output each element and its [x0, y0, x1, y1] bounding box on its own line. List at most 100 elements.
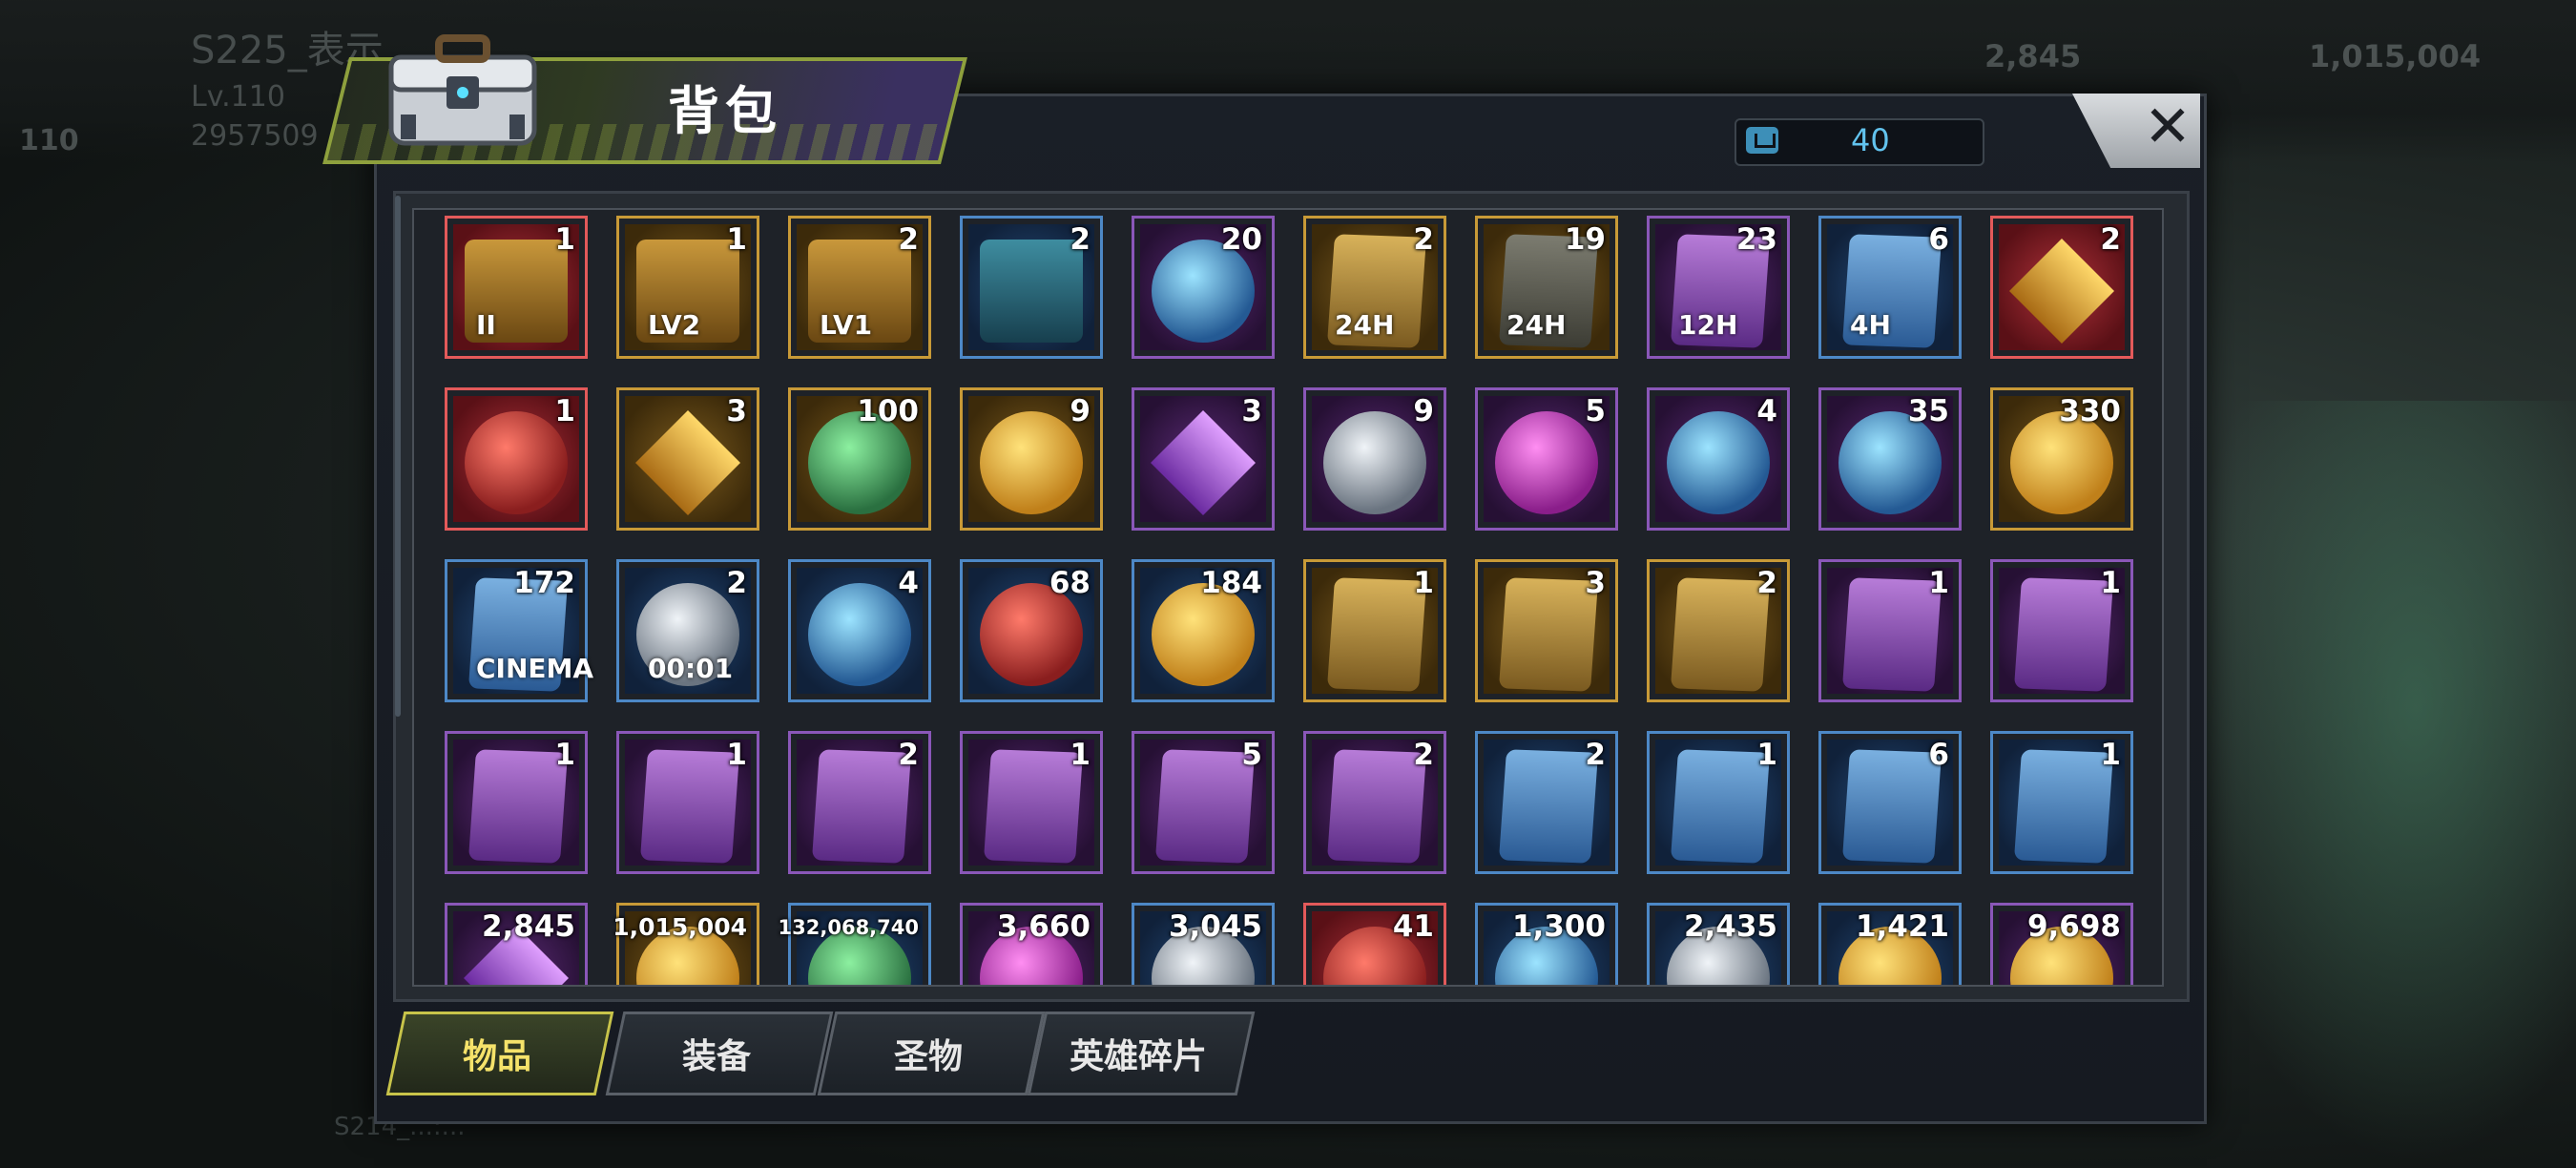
b-cap-icon: [808, 583, 911, 686]
item-label: LV2: [648, 309, 701, 341]
item-slot-pink-cap[interactable]: 5: [1475, 387, 1618, 531]
item-slot-gold-pile[interactable]: 9,698: [1990, 903, 2133, 985]
item-slot-cinema-ticket[interactable]: CINEMA 172: [445, 559, 593, 702]
close-icon[interactable]: ✕: [2139, 94, 2196, 160]
item-slot-red-molecule[interactable]: 41: [1303, 903, 1446, 985]
item-slot-blueprint-hat-purple[interactable]: 1: [445, 731, 588, 874]
item-slot-hammer[interactable]: 1: [445, 387, 588, 531]
item-slot-poker-chip[interactable]: 68: [960, 559, 1103, 702]
item-slot-blueprint-glasses-purple-2[interactable]: 1: [960, 731, 1103, 874]
item-slot-bullet[interactable]: 184: [1132, 559, 1275, 702]
item-slot-purple-gems[interactable]: 2,845: [445, 903, 588, 985]
item-slot-sss-chest-ii[interactable]: II 1: [445, 216, 588, 359]
item-slot-armor-piece[interactable]: 1,300: [1475, 903, 1618, 985]
item-count: 5: [1585, 394, 1606, 428]
blueprint-boots-purple-icon: [2013, 577, 2114, 692]
item-slot-mystery-box[interactable]: 3: [1132, 387, 1275, 531]
item-count: 20: [1220, 222, 1262, 257]
item-slot-purple-chest-lv2[interactable]: LV2 1: [616, 216, 759, 359]
blueprint-glasses-purple-icon: [1841, 577, 1942, 692]
item-count: 19: [1564, 222, 1606, 257]
grid-scrollbar[interactable]: [395, 196, 401, 717]
item-count: 1: [2100, 738, 2121, 772]
item-label: LV1: [820, 309, 873, 341]
item-slot-red-cube[interactable]: 2: [1990, 216, 2133, 359]
item-slot-gold-shard[interactable]: 3: [616, 387, 759, 531]
pink-cap-icon: [1495, 411, 1598, 514]
item-slot-speedup-12h[interactable]: 12H 23: [1647, 216, 1790, 359]
item-label: 24H: [1506, 309, 1567, 341]
item-slot-spade-chip[interactable]: 4: [1647, 387, 1790, 531]
spade-chip-icon: [1667, 411, 1770, 514]
blueprint-hat-gold-icon: [1326, 577, 1427, 692]
item-slot-speedup-4h[interactable]: 4H 6: [1818, 216, 1962, 359]
item-count: 184: [1200, 566, 1262, 600]
item-slot-purple-alarm[interactable]: 3,660: [960, 903, 1103, 985]
blueprint-sword-purple-icon: [1326, 749, 1427, 864]
item-count: 23: [1735, 222, 1777, 257]
item-count: 330: [2059, 394, 2121, 428]
item-slot-green-cash[interactable]: 132,068,740: [779, 903, 931, 985]
item-count: 1: [726, 738, 747, 772]
background-map-glow: [2175, 401, 2576, 1164]
item-slot-purple-chest-lv1[interactable]: LV1 2: [788, 216, 931, 359]
item-slot-s-chest[interactable]: 2: [960, 216, 1103, 359]
item-slot-gold-coins[interactable]: 1,015,004: [613, 903, 759, 985]
item-slot-film-reel[interactable]: 9: [1303, 387, 1446, 531]
item-count: 2: [898, 738, 919, 772]
item-count: 1,015,004: [613, 913, 747, 941]
item-count: 1: [1413, 566, 1434, 600]
item-slot-golden-egg[interactable]: 9: [960, 387, 1103, 531]
item-count: 4: [898, 566, 919, 600]
item-slot-speedup-24h-gold[interactable]: 24H 2: [1303, 216, 1446, 359]
item-slot-swap-token[interactable]: 20: [1132, 216, 1275, 359]
item-count: 1: [554, 738, 575, 772]
blueprint-shirt-purple-2-icon: [1154, 749, 1256, 864]
item-count: 3: [1241, 394, 1262, 428]
item-slot-gear-parts[interactable]: 3,045: [1132, 903, 1275, 985]
item-slot-blueprint-glasses-gold[interactable]: 2: [1647, 559, 1790, 702]
item-slot-blueprint-gun-blue[interactable]: 6: [1818, 731, 1962, 874]
blueprint-hat-blue-icon: [2013, 749, 2114, 864]
item-slot-timer-coin[interactable]: 00:01 2: [616, 559, 759, 702]
item-slot-blueprint-hat-blue[interactable]: 1: [1990, 731, 2133, 874]
item-count: 2: [2100, 222, 2121, 257]
item-slot-blueprint-hat-purple-2[interactable]: 2: [788, 731, 931, 874]
item-count: 172: [513, 566, 575, 600]
item-count: 1: [1070, 738, 1091, 772]
item-count: 132,068,740: [778, 916, 919, 939]
item-slot-blueprint-shirt-gold[interactable]: 3: [1475, 559, 1618, 702]
item-slot-blueprint-shirt-blue[interactable]: 1: [1647, 731, 1790, 874]
item-count: 2: [1070, 222, 1091, 257]
item-slot-triangle-core[interactable]: 2,435: [1647, 903, 1790, 985]
item-slot-blueprint-boots-blue[interactable]: 2: [1475, 731, 1618, 874]
item-count: 1: [1756, 738, 1777, 772]
item-slot-blueprint-sword-purple[interactable]: 2: [1303, 731, 1446, 874]
blueprint-boots-blue-icon: [1498, 749, 1599, 864]
item-slot-b-cap[interactable]: 4: [788, 559, 931, 702]
item-slot-blueprint-shirt-purple[interactable]: 1: [616, 731, 759, 874]
item-count: 2: [1413, 222, 1434, 257]
item-slot-police-badge[interactable]: 35: [1818, 387, 1962, 531]
item-grid[interactable]: II 1 LV2 1 LV1 2 2 20 24H 2 24H 19 12H 23 4H 6 2 1 3 100 9 3 9…: [412, 208, 2164, 987]
item-slot-blueprint-hat-gold[interactable]: 1: [1303, 559, 1446, 702]
item-count: 3,660: [996, 909, 1091, 944]
bag-capacity-icon: [1746, 127, 1778, 154]
item-slot-chip-stack[interactable]: 100: [788, 387, 931, 531]
item-count: 3,045: [1168, 909, 1262, 944]
blueprint-glasses-purple-2-icon: [983, 749, 1084, 864]
background-resource-1: 2,845: [1984, 38, 2082, 74]
item-count: 1: [1928, 566, 1949, 600]
item-count: 6: [1928, 738, 1949, 772]
item-slot-speedup-24h-grey[interactable]: 24H 19: [1475, 216, 1618, 359]
item-count: 2: [1585, 738, 1606, 772]
item-slot-gold-fist[interactable]: 1,421: [1818, 903, 1962, 985]
item-slot-blueprint-boots-purple[interactable]: 1: [1990, 559, 2133, 702]
item-count: 4: [1756, 394, 1777, 428]
item-count: 2: [726, 566, 747, 600]
item-slot-blueprint-glasses-purple[interactable]: 1: [1818, 559, 1962, 702]
item-slot-blueprint-shirt-purple-2[interactable]: 5: [1132, 731, 1275, 874]
item-slot-gold-orbs[interactable]: 330: [1990, 387, 2133, 531]
item-count: 2: [898, 222, 919, 257]
blueprint-shirt-gold-icon: [1498, 577, 1599, 692]
